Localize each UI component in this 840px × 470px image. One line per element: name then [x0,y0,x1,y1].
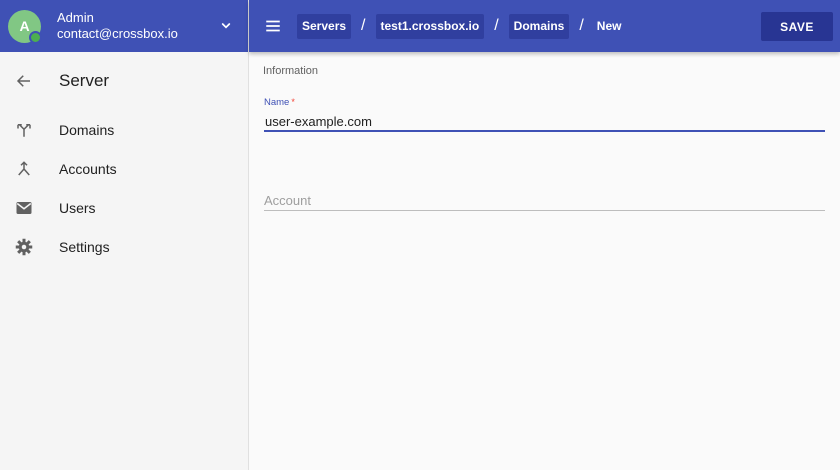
breadcrumb-separator: / [579,17,584,34]
sidebar-item-label: Accounts [59,160,117,177]
account-header[interactable]: A Admin contact@crossbox.io [0,0,248,52]
sidebar-item-label: Settings [59,238,110,255]
menu-icon[interactable] [261,14,285,38]
sidebar-item-accounts[interactable]: Accounts [0,149,248,188]
gear-icon [14,237,34,257]
name-label-text: Name [264,97,290,108]
online-status-indicator [29,30,42,44]
merge-icon [14,159,34,179]
sidebar-title: Server [59,71,110,90]
sidebar-item-label: Domains [59,121,115,138]
account-input[interactable] [264,191,825,211]
mail-icon [14,198,34,218]
avatar: A [8,9,42,44]
breadcrumb-server-name[interactable]: test1.crossbox.io [375,13,485,39]
breadcrumb-separator: / [361,17,366,34]
account-info: Admin contact@crossbox.io [57,10,216,42]
sidebar-item-domains[interactable]: Domains [0,110,248,149]
main-content: Information Name * [249,52,840,470]
fork-icon [14,120,34,140]
sidebar-item-settings[interactable]: Settings [0,227,248,266]
top-bar: Servers / test1.crossbox.io / Domains / … [249,0,840,52]
chevron-down-icon[interactable] [216,16,236,36]
account-name: Admin [57,10,94,25]
required-mark: * [291,97,295,107]
name-field-label: Name * [264,97,295,108]
sidebar-header: Server [0,52,248,110]
account-email: contact@crossbox.io [57,26,178,41]
breadcrumb-separator: / [494,17,499,34]
section-title: Information [263,65,319,77]
breadcrumb-domains[interactable]: Domains [508,13,570,39]
name-input[interactable] [264,112,825,132]
sidebar-item-users[interactable]: Users [0,188,248,227]
sidebar: A Admin contact@crossbox.io Server Domai… [0,0,249,470]
avatar-letter: A [19,18,30,34]
breadcrumb-current: New [596,19,622,33]
sidebar-item-label: Users [59,199,96,216]
back-arrow-icon[interactable] [14,71,34,91]
breadcrumb-servers[interactable]: Servers [297,13,352,39]
save-button[interactable]: SAVE [761,12,833,41]
